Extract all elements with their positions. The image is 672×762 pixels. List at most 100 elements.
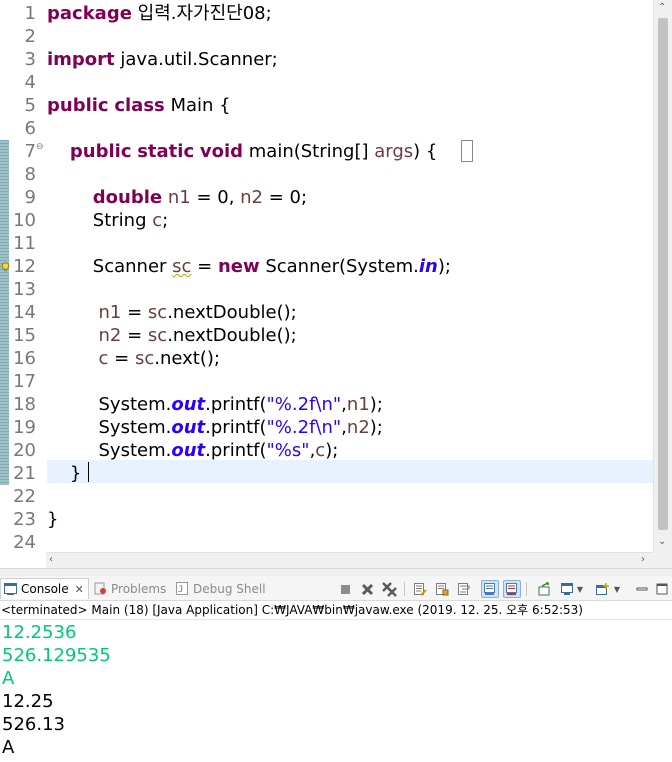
code-token: new	[217, 256, 260, 277]
code-token: System.	[47, 440, 172, 461]
code-token: =	[121, 302, 148, 323]
code-line[interactable]: public static void main(String[] args) {	[47, 140, 437, 163]
tab-label: Console	[21, 582, 69, 596]
code-line[interactable]: c = sc.next();	[47, 347, 220, 370]
code-token: Scanner	[47, 256, 173, 277]
code-token: class	[114, 95, 165, 116]
toolbar-separator	[404, 582, 405, 596]
toolbar-separator	[526, 582, 527, 596]
code-token: =	[108, 348, 135, 369]
tab-console[interactable]: Console ✕	[0, 578, 89, 599]
code-token: );	[369, 417, 383, 438]
word-wrap-icon[interactable]	[455, 580, 473, 598]
remove-all-terminated-icon[interactable]	[380, 580, 398, 598]
code-token: double	[92, 187, 163, 208]
code-line[interactable]: System.out.printf("%.2f\n",n1);	[47, 393, 383, 416]
scroll-up-icon[interactable]: ⌃	[658, 1, 666, 15]
clear-console-icon[interactable]	[411, 580, 429, 598]
code-token: out	[171, 417, 206, 438]
code-line[interactable]: System.out.printf("%.2f\n",n2);	[47, 416, 383, 439]
code-token: );	[369, 394, 383, 415]
scroll-left-icon[interactable]: ‹	[49, 553, 53, 567]
code-token: .nextDouble();	[167, 302, 297, 323]
svg-text:J: J	[178, 585, 183, 595]
code-line[interactable]: n2 = sc.nextDouble();	[47, 324, 297, 347]
code-token: public	[47, 95, 109, 116]
code-token: = 0;	[263, 187, 308, 208]
code-token: import	[47, 49, 115, 70]
maximize-icon[interactable]	[653, 580, 671, 598]
show-on-stderr-icon[interactable]	[503, 580, 521, 598]
code-token: n1	[167, 187, 191, 208]
code-token: sc	[172, 256, 192, 277]
code-token: }	[47, 509, 59, 530]
code-area[interactable]: package 입력.자가진단08; import java.util.Scann…	[47, 0, 653, 552]
code-token: in	[418, 256, 438, 277]
console-output-line: A	[2, 737, 15, 758]
tab-label: Problems	[111, 581, 167, 596]
display-selected-console-icon[interactable]	[558, 580, 576, 598]
code-token: ) {	[413, 141, 438, 162]
overview-ruler	[0, 0, 10, 552]
console-input-line: 526.129535	[2, 645, 111, 666]
code-token: n1	[98, 302, 122, 323]
code-line[interactable]: n1 = sc.nextDouble();	[47, 301, 297, 324]
code-token: .nextDouble();	[167, 325, 297, 346]
vertical-scroll-thumb[interactable]	[658, 18, 668, 530]
code-line[interactable]: package 입력.자가진단08;	[47, 2, 272, 25]
debug-shell-icon: J	[175, 582, 189, 595]
scroll-lock-icon[interactable]	[433, 580, 451, 598]
console-tab-bar: Console ✕ Problems J Debug Shell ▼ ▼	[0, 576, 672, 601]
code-token: "%s"	[266, 440, 310, 461]
code-token: Main {	[164, 95, 231, 116]
pin-console-icon[interactable]	[535, 580, 553, 598]
code-token: ;	[162, 210, 169, 231]
scroll-right-icon[interactable]: ›	[641, 553, 645, 567]
code-line[interactable]: public class Main {	[47, 94, 231, 117]
code-token: "%.2f\n"	[266, 394, 342, 415]
code-token: Scanner(System.	[259, 256, 419, 277]
code-token: out	[171, 394, 206, 415]
code-token: .printf(	[205, 440, 267, 461]
code-line[interactable]: String c;	[47, 209, 168, 232]
console-output[interactable]: 12.2536 526.129535 A 12.25 526.13 A	[0, 621, 672, 762]
code-token: n2	[240, 187, 264, 208]
minimize-icon[interactable]	[633, 580, 651, 598]
open-console-icon[interactable]	[593, 580, 611, 598]
vertical-scrollbar[interactable]: ⌃ ⌄	[653, 0, 672, 552]
tab-problems[interactable]: Problems	[93, 578, 166, 599]
code-line[interactable]: import java.util.Scanner;	[47, 48, 278, 71]
code-token: 입력.자가진단08;	[131, 3, 272, 24]
fold-minus-icon[interactable]: ⊖	[36, 142, 44, 152]
code-line[interactable]: }	[47, 462, 81, 485]
panel-divider[interactable]	[0, 568, 672, 576]
code-token: package	[47, 3, 132, 24]
code-editor[interactable]: 1 2 3 4 5 6 7 8 9 10 11 12 13 14 15 16 17 18 19 20 21 22 23 24 …	[0, 0, 672, 568]
code-token: n1	[346, 394, 370, 415]
code-token: =	[121, 325, 148, 346]
horizontal-scrollbar[interactable]: ‹ ›	[46, 552, 653, 568]
code-token: c	[98, 348, 109, 369]
matching-bracket-box	[461, 140, 473, 162]
stop-square-icon[interactable]	[336, 580, 354, 598]
dropdown-icon[interactable]: ▼	[575, 580, 585, 598]
tab-debug-shell[interactable]: J Debug Shell	[175, 578, 266, 599]
code-line[interactable]: Scanner sc = new Scanner(System.in);	[47, 255, 451, 278]
console-icon	[3, 583, 17, 596]
console-input-line: 12.2536	[2, 622, 77, 643]
console-input-line: A	[2, 668, 15, 689]
warning-lightbulb-icon[interactable]	[1, 257, 10, 272]
show-on-stdout-icon[interactable]	[481, 580, 499, 598]
code-line[interactable]: double n1 = 0, n2 = 0;	[47, 186, 307, 209]
console-output-line: 526.13	[2, 714, 65, 735]
console-output-line: 12.25	[2, 691, 54, 712]
code-line[interactable]: }	[47, 508, 58, 531]
terminate-icon[interactable]	[358, 580, 376, 598]
close-icon[interactable]: ✕	[75, 583, 84, 596]
dropdown-icon[interactable]: ▼	[612, 580, 622, 598]
code-line[interactable]: System.out.printf("%s",c);	[47, 439, 338, 462]
scroll-down-icon[interactable]: ⌄	[658, 535, 666, 549]
tab-label: Debug Shell	[193, 581, 266, 596]
